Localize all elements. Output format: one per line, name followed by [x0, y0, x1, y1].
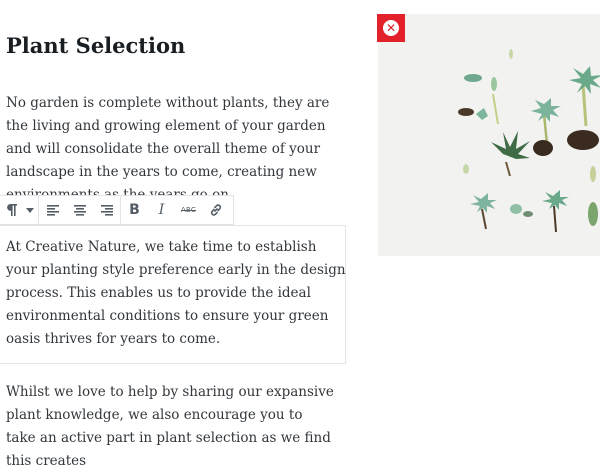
paragraph-intro[interactable]: No garden is complete without plants, th…	[6, 92, 341, 198]
align-center-button[interactable]	[66, 196, 93, 224]
remove-image-button[interactable]: ✕	[377, 14, 405, 42]
plant-image[interactable]	[378, 14, 600, 256]
bold-button[interactable]: B	[121, 196, 148, 224]
align-left-button[interactable]	[39, 196, 66, 224]
page-title: Plant Selection	[6, 33, 186, 58]
chevron-down-icon	[26, 207, 34, 213]
strikethrough-button[interactable]: ABC	[175, 196, 202, 224]
link-icon	[210, 204, 221, 216]
italic-button[interactable]: I	[148, 196, 175, 224]
italic-icon: I	[158, 202, 165, 218]
pilcrow-icon	[6, 204, 17, 216]
block-toolbar: B I ABC	[0, 195, 234, 225]
block-type-group	[0, 196, 39, 224]
bold-icon: B	[129, 202, 140, 218]
alignment-group	[39, 196, 121, 224]
align-right-button[interactable]	[93, 196, 120, 224]
formatting-group: B I ABC	[121, 196, 229, 224]
close-icon: ✕	[383, 20, 399, 36]
block-type-dropdown[interactable]	[22, 196, 38, 224]
paragraph-outro[interactable]: Whilst we love to help by sharing our ex…	[6, 381, 336, 473]
align-center-icon	[73, 204, 86, 216]
align-left-icon	[46, 204, 59, 216]
paragraph-block-button[interactable]	[0, 196, 22, 224]
succulents-photo	[378, 14, 600, 256]
link-button[interactable]	[202, 196, 229, 224]
align-right-icon	[100, 204, 113, 216]
paragraph-selected[interactable]: At Creative Nature, we take time to esta…	[6, 236, 346, 351]
strikethrough-icon: ABC	[181, 206, 196, 214]
